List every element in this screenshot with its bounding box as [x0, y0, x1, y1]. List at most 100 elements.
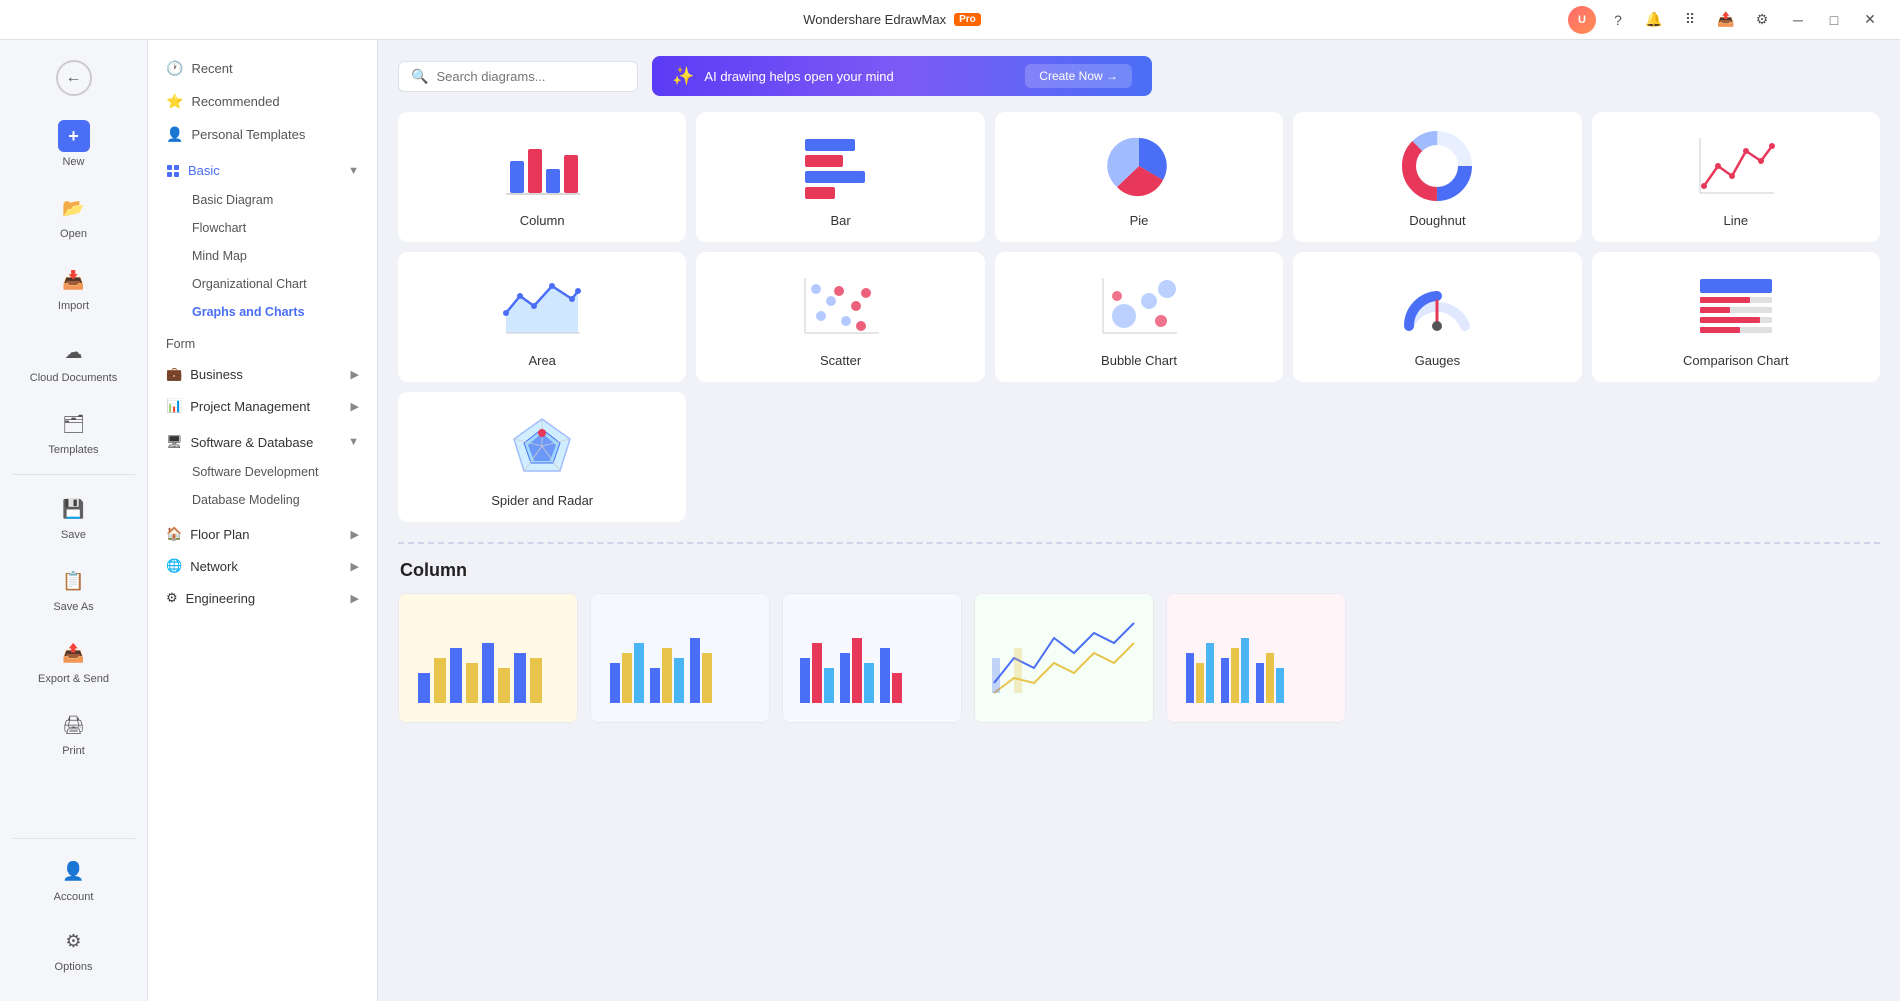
spider-icon-wrap	[502, 408, 582, 483]
nav-section-network-header[interactable]: 🌐 Network ▶	[148, 550, 377, 582]
chart-card-comparison[interactable]: Comparison Chart	[1592, 252, 1880, 382]
personal-icon: 👤	[166, 126, 183, 143]
nav-sub-software-dev[interactable]: Software Development	[148, 458, 377, 486]
app-name: Wondershare EdrawMax	[803, 12, 946, 27]
sidebar-item-account[interactable]: 👤 Account	[6, 845, 141, 913]
column-label: Column	[520, 213, 565, 228]
nav-sub-flowchart[interactable]: Flowchart	[148, 214, 377, 242]
sidebar-options-label: Options	[55, 961, 93, 973]
sidebar-bottom: 👤 Account ⚙ Options	[0, 832, 147, 993]
print-icon: 🖨	[62, 715, 85, 736]
nav-sub-org-chart[interactable]: Organizational Chart	[148, 270, 377, 298]
sidebar-import-label: Import	[58, 300, 89, 312]
title-bar: Wondershare EdrawMax Pro U ? 🔔 ⠿ 📤 ⚙ ─ □…	[0, 0, 1900, 40]
notification-icon[interactable]: 🔔	[1640, 6, 1668, 34]
column-icon-wrap	[502, 128, 582, 203]
sidebar-item-import[interactable]: 📥 Import	[6, 254, 141, 322]
comparison-icon-wrap	[1696, 268, 1776, 343]
chart-card-spider[interactable]: Spider and Radar	[398, 392, 686, 522]
cloud-icon: ☁	[65, 342, 83, 363]
template-card-4[interactable]	[974, 593, 1154, 723]
nav-section-business-header[interactable]: 💼 Business ▶	[148, 358, 377, 390]
template-thumb-1	[399, 594, 577, 722]
nav-item-recent[interactable]: 🕐 Recent	[148, 52, 377, 85]
template-thumb-4	[975, 594, 1153, 722]
engineering-chevron-icon: ▶	[351, 592, 359, 605]
area-icon-wrap	[502, 268, 582, 343]
chart-card-bar[interactable]: Bar	[696, 112, 984, 242]
save-icon: 💾	[62, 499, 84, 520]
sidebar-item-new[interactable]: + New	[6, 110, 141, 178]
nav-section-project-header[interactable]: 📊 Project Management ▶	[148, 390, 377, 422]
sidebar-item-export[interactable]: 📤 Export & Send	[6, 627, 141, 695]
help-icon[interactable]: ?	[1604, 6, 1632, 34]
nav-item-recommended[interactable]: ⭐ Recommended	[148, 85, 377, 118]
project-icon: 📊	[166, 398, 182, 414]
export-icon: 📤	[62, 643, 84, 664]
chart-card-area[interactable]: Area	[398, 252, 686, 382]
engineering-icon: ⚙	[166, 590, 178, 606]
chart-card-gauges[interactable]: Gauges	[1293, 252, 1581, 382]
sidebar-item-cloud[interactable]: ☁ Cloud Documents	[6, 326, 141, 394]
left-sidebar: ← + New 📂 Open 📥 Import ☁ Cloud Document…	[0, 40, 148, 1001]
doughnut-chart-icon	[1397, 131, 1477, 201]
maximize-button[interactable]: □	[1820, 6, 1848, 34]
sidebar-item-open[interactable]: 📂 Open	[6, 182, 141, 250]
template-preview-1	[408, 603, 568, 713]
template-card-2[interactable]	[590, 593, 770, 723]
ai-banner[interactable]: ✨ AI drawing helps open your mind Create…	[652, 56, 1152, 96]
template-card-3[interactable]	[782, 593, 962, 723]
minimize-button[interactable]: ─	[1784, 6, 1812, 34]
business-chevron-icon: ▶	[351, 368, 359, 381]
nav-engineering-label: Engineering	[186, 591, 255, 606]
search-input[interactable]	[436, 69, 625, 84]
avatar[interactable]: U	[1568, 6, 1596, 34]
gauges-label: Gauges	[1415, 353, 1461, 368]
column-chart-icon	[502, 131, 582, 201]
scatter-icon-wrap	[801, 268, 881, 343]
create-now-button[interactable]: Create Now →	[1025, 64, 1132, 88]
back-button[interactable]: ←	[0, 48, 147, 108]
template-row	[398, 593, 1880, 723]
software-chevron-icon: ▼	[348, 436, 359, 448]
floor-icon: 🏠	[166, 526, 182, 542]
sidebar-item-templates[interactable]: 🗂 Templates	[6, 398, 141, 466]
nav-sub-graphs-charts[interactable]: Graphs and Charts	[148, 298, 377, 326]
sidebar-item-saveas[interactable]: 📋 Save As	[6, 555, 141, 623]
back-icon: ←	[56, 60, 92, 96]
settings-icon[interactable]: ⚙	[1748, 6, 1776, 34]
sidebar-item-print[interactable]: 🖨 Print	[6, 699, 141, 767]
saveas-icon: 📋	[62, 571, 84, 592]
chart-card-column[interactable]: Column	[398, 112, 686, 242]
sidebar-item-save[interactable]: 💾 Save	[6, 483, 141, 551]
chart-card-scatter[interactable]: Scatter	[696, 252, 984, 382]
chart-card-doughnut[interactable]: Doughnut	[1293, 112, 1581, 242]
nav-section-floor-header[interactable]: 🏠 Floor Plan ▶	[148, 518, 377, 550]
gauges-chart-icon	[1397, 271, 1477, 341]
apps-icon[interactable]: ⠿	[1676, 6, 1704, 34]
content-area: 🔍 ✨ AI drawing helps open your mind Crea…	[378, 40, 1900, 1001]
chart-card-pie[interactable]: Pie	[995, 112, 1283, 242]
ai-icon: ✨	[672, 66, 694, 87]
network-chevron-icon: ▶	[351, 560, 359, 573]
chart-card-bubble[interactable]: Bubble Chart	[995, 252, 1283, 382]
nav-section-engineering-header[interactable]: ⚙ Engineering ▶	[148, 582, 377, 614]
template-card-1[interactable]	[398, 593, 578, 723]
nav-item-personal[interactable]: 👤 Personal Templates	[148, 118, 377, 151]
nav-project-label: Project Management	[190, 399, 310, 414]
template-card-5[interactable]	[1166, 593, 1346, 723]
open-icon: 📂	[62, 198, 84, 219]
close-button[interactable]: ✕	[1856, 6, 1884, 34]
nav-sub-mind-map[interactable]: Mind Map	[148, 242, 377, 270]
scatter-label: Scatter	[820, 353, 861, 368]
template-preview-3	[792, 603, 952, 713]
nav-section-basic-header[interactable]: Basic ▼	[148, 155, 377, 186]
nav-sub-basic-diagram[interactable]: Basic Diagram	[148, 186, 377, 214]
nav-sub-form[interactable]: Form	[148, 330, 377, 358]
nav-sub-db-modeling[interactable]: Database Modeling	[148, 486, 377, 514]
share-icon[interactable]: 📤	[1712, 6, 1740, 34]
chart-card-line[interactable]: Line	[1592, 112, 1880, 242]
sidebar-item-options[interactable]: ⚙ Options	[6, 915, 141, 983]
chart-grid: Column Bar	[398, 112, 1880, 522]
nav-section-software-header[interactable]: 🖥 Software & Database ▼	[148, 426, 377, 458]
